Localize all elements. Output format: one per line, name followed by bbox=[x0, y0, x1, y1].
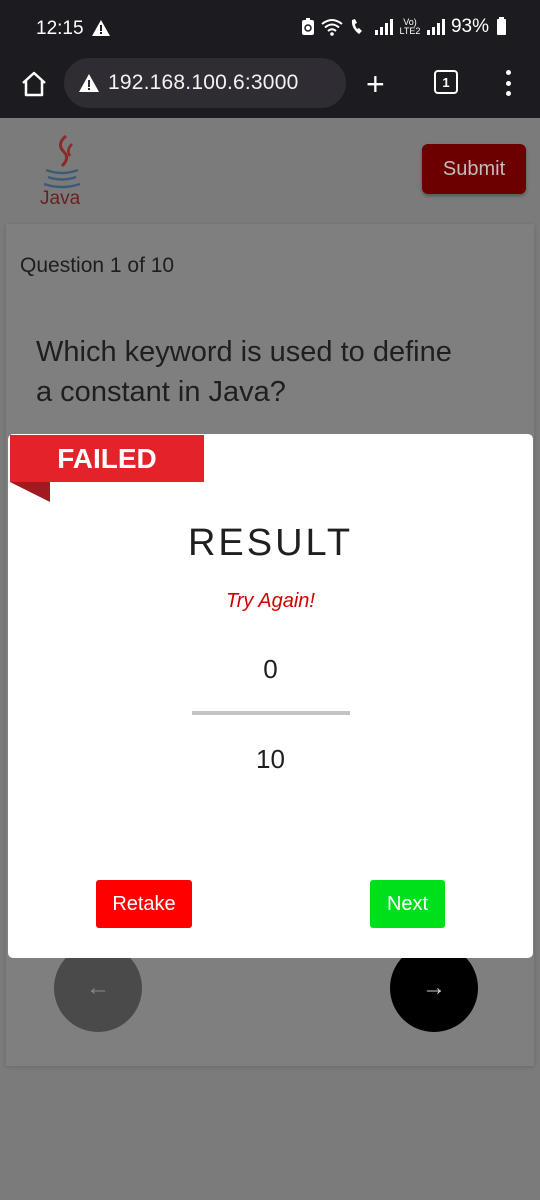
java-logo-text: Java bbox=[40, 188, 81, 209]
submit-button[interactable]: Submit bbox=[422, 144, 526, 194]
wifi-call-icon bbox=[351, 19, 362, 34]
status-icons: Vo) LTE2 93% bbox=[301, 16, 506, 38]
new-tab-button[interactable]: + bbox=[366, 66, 385, 103]
battery-icon bbox=[497, 17, 506, 35]
network-type-label: Vo) LTE2 bbox=[399, 17, 421, 36]
warning-icon bbox=[92, 20, 110, 36]
failed-ribbon: FAILED bbox=[10, 435, 204, 482]
result-title: RESULT bbox=[187, 522, 354, 564]
next-button[interactable]: Next bbox=[370, 880, 445, 928]
result-modal: FAILED RESULT Try Again! 0 10 Retake Nex… bbox=[8, 434, 533, 958]
ribbon-fold bbox=[10, 482, 50, 502]
browser-menu-icon[interactable] bbox=[504, 70, 512, 96]
retake-button[interactable]: Retake bbox=[96, 880, 192, 928]
question-counter: Question 1 of 10 bbox=[20, 254, 175, 277]
total-questions-value: 10 bbox=[256, 744, 285, 774]
result-message: Try Again! bbox=[226, 590, 315, 612]
url-bar[interactable]: 192.168.100.6:3000 bbox=[64, 58, 346, 108]
status-bar: 12:15 Vo) LTE2 93% bbox=[0, 0, 540, 58]
tab-switcher-button[interactable]: 1 bbox=[434, 70, 458, 94]
battery-saver-icon bbox=[301, 18, 314, 35]
signal-icon-2 bbox=[426, 19, 445, 35]
battery-percent: 93% bbox=[450, 16, 489, 37]
home-icon[interactable] bbox=[18, 68, 50, 100]
signal-icon-1 bbox=[374, 19, 393, 35]
question-text: Which keyword is used to define a consta… bbox=[36, 336, 452, 408]
status-time: 12:15 bbox=[36, 18, 84, 39]
score-value: 0 bbox=[263, 654, 278, 684]
browser-toolbar: 192.168.100.6:3000 + 1 bbox=[0, 58, 540, 118]
url-text[interactable]: 192.168.100.6:3000 bbox=[108, 71, 298, 95]
wifi-icon bbox=[321, 19, 343, 36]
not-secure-warning-icon[interactable] bbox=[78, 73, 100, 93]
score-divider bbox=[192, 711, 350, 715]
